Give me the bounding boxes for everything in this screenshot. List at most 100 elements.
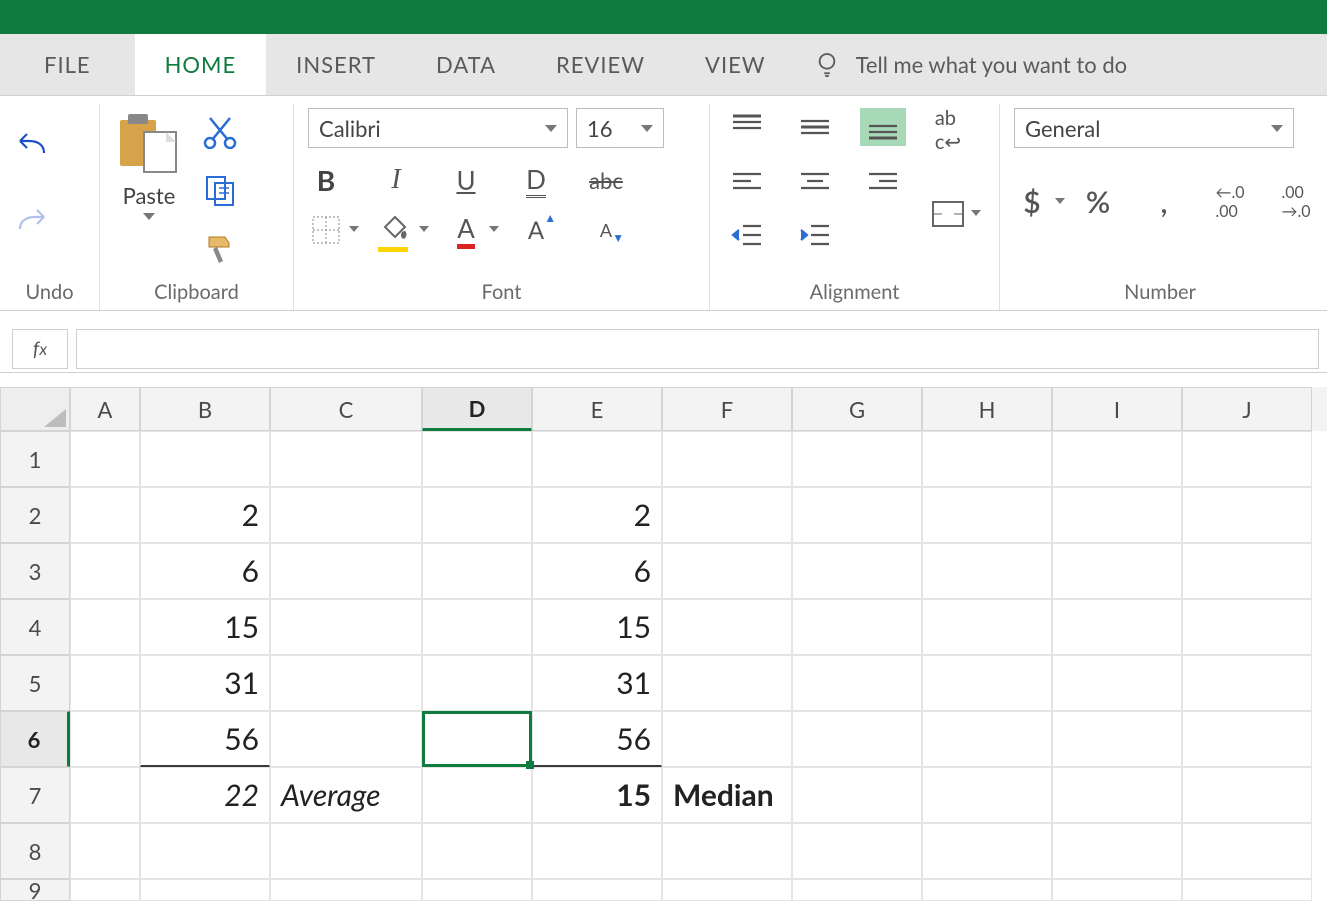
decrease-indent-button[interactable] [724, 216, 770, 254]
cell-G7[interactable] [792, 767, 922, 823]
cell-D8[interactable] [422, 823, 532, 879]
cell-J5[interactable] [1182, 655, 1312, 711]
cell-J9[interactable] [1182, 879, 1312, 901]
cell-C6[interactable] [270, 711, 422, 767]
cell-D9[interactable] [422, 879, 532, 901]
cell-I8[interactable] [1052, 823, 1182, 879]
font-color-button[interactable]: A [448, 212, 484, 248]
cell-C3[interactable] [270, 543, 422, 599]
formula-input[interactable] [76, 329, 1319, 369]
merge-cells-button[interactable] [930, 196, 966, 232]
redo-button[interactable] [14, 204, 50, 240]
cell-I6[interactable] [1052, 711, 1182, 767]
cell-B8[interactable] [140, 823, 270, 879]
number-format-select[interactable]: General [1014, 108, 1294, 148]
cell-E3[interactable]: 6 [532, 543, 662, 599]
cell-F5[interactable] [662, 655, 792, 711]
wrap-text-button[interactable]: abc↩ [930, 112, 966, 148]
currency-button[interactable]: $ [1014, 184, 1050, 220]
cell-J4[interactable] [1182, 599, 1312, 655]
cell-A3[interactable] [70, 543, 140, 599]
cell-B9[interactable] [140, 879, 270, 901]
bold-button[interactable]: B [308, 162, 344, 198]
align-middle-button[interactable] [792, 108, 838, 146]
cell-D5[interactable] [422, 655, 532, 711]
tab-file[interactable]: FILE [0, 34, 135, 95]
cell-G8[interactable] [792, 823, 922, 879]
percent-button[interactable]: % [1080, 184, 1116, 220]
row-header-3[interactable]: 3 [0, 543, 70, 599]
cell-H9[interactable] [922, 879, 1052, 901]
grid-area[interactable]: 1 2 2 2 3 [0, 431, 1327, 901]
cell-A8[interactable] [70, 823, 140, 879]
cell-I7[interactable] [1052, 767, 1182, 823]
cell-G2[interactable] [792, 487, 922, 543]
cell-H6[interactable] [922, 711, 1052, 767]
borders-button[interactable] [308, 212, 344, 248]
fx-icon[interactable]: fx [12, 329, 68, 369]
cell-B2[interactable]: 2 [140, 487, 270, 543]
cell-F7[interactable]: Median [662, 767, 792, 823]
cell-D4[interactable] [422, 599, 532, 655]
cell-E2[interactable]: 2 [532, 487, 662, 543]
tab-view[interactable]: VIEW [675, 34, 796, 95]
cell-J2[interactable] [1182, 487, 1312, 543]
row-header-7[interactable]: 7 [0, 767, 70, 823]
underline-button[interactable]: U [448, 162, 484, 198]
cell-I4[interactable] [1052, 599, 1182, 655]
select-all-corner[interactable] [0, 387, 70, 431]
cell-A4[interactable] [70, 599, 140, 655]
shrink-font-button[interactable]: A▼ [588, 212, 624, 248]
cell-F8[interactable] [662, 823, 792, 879]
cell-A5[interactable] [70, 655, 140, 711]
cell-D2[interactable] [422, 487, 532, 543]
row-header-1[interactable]: 1 [0, 431, 70, 487]
cell-E1[interactable] [532, 431, 662, 487]
decrease-decimal-button[interactable]: .00→.0 [1278, 184, 1314, 220]
cell-A9[interactable] [70, 879, 140, 901]
col-header-E[interactable]: E [532, 387, 662, 431]
cell-I5[interactable] [1052, 655, 1182, 711]
italic-button[interactable]: I [378, 162, 414, 198]
cell-A1[interactable] [70, 431, 140, 487]
cell-I2[interactable] [1052, 487, 1182, 543]
cell-E9[interactable] [532, 879, 662, 901]
strikethrough-button[interactable]: abc [588, 162, 624, 198]
cell-E7[interactable]: 15 [532, 767, 662, 823]
cell-E8[interactable] [532, 823, 662, 879]
cell-J8[interactable] [1182, 823, 1312, 879]
cell-B1[interactable] [140, 431, 270, 487]
fill-color-button[interactable] [378, 212, 414, 248]
cell-J1[interactable] [1182, 431, 1312, 487]
cell-H2[interactable] [922, 487, 1052, 543]
cell-I1[interactable] [1052, 431, 1182, 487]
cell-H7[interactable] [922, 767, 1052, 823]
cell-F1[interactable] [662, 431, 792, 487]
cell-D3[interactable] [422, 543, 532, 599]
paste-dropdown-icon[interactable] [143, 213, 155, 220]
row-header-4[interactable]: 4 [0, 599, 70, 655]
cell-D6[interactable] [422, 711, 532, 767]
cell-F2[interactable] [662, 487, 792, 543]
cell-F9[interactable] [662, 879, 792, 901]
col-header-H[interactable]: H [922, 387, 1052, 431]
cell-C8[interactable] [270, 823, 422, 879]
cell-F6[interactable] [662, 711, 792, 767]
cell-F3[interactable] [662, 543, 792, 599]
cell-D7[interactable] [422, 767, 532, 823]
cell-E5[interactable]: 31 [532, 655, 662, 711]
align-top-button[interactable] [724, 108, 770, 146]
col-header-C[interactable]: C [270, 387, 422, 431]
cell-B7[interactable]: 22 [140, 767, 270, 823]
tab-insert[interactable]: INSERT [266, 34, 406, 95]
undo-button[interactable] [14, 128, 50, 164]
tab-review[interactable]: REVIEW [526, 34, 675, 95]
cell-C1[interactable] [270, 431, 422, 487]
grow-font-button[interactable]: A▲ [518, 212, 554, 248]
cell-J3[interactable] [1182, 543, 1312, 599]
cell-C5[interactable] [270, 655, 422, 711]
cell-H5[interactable] [922, 655, 1052, 711]
cell-J6[interactable] [1182, 711, 1312, 767]
cell-A7[interactable] [70, 767, 140, 823]
tab-home[interactable]: HOME [135, 34, 267, 95]
